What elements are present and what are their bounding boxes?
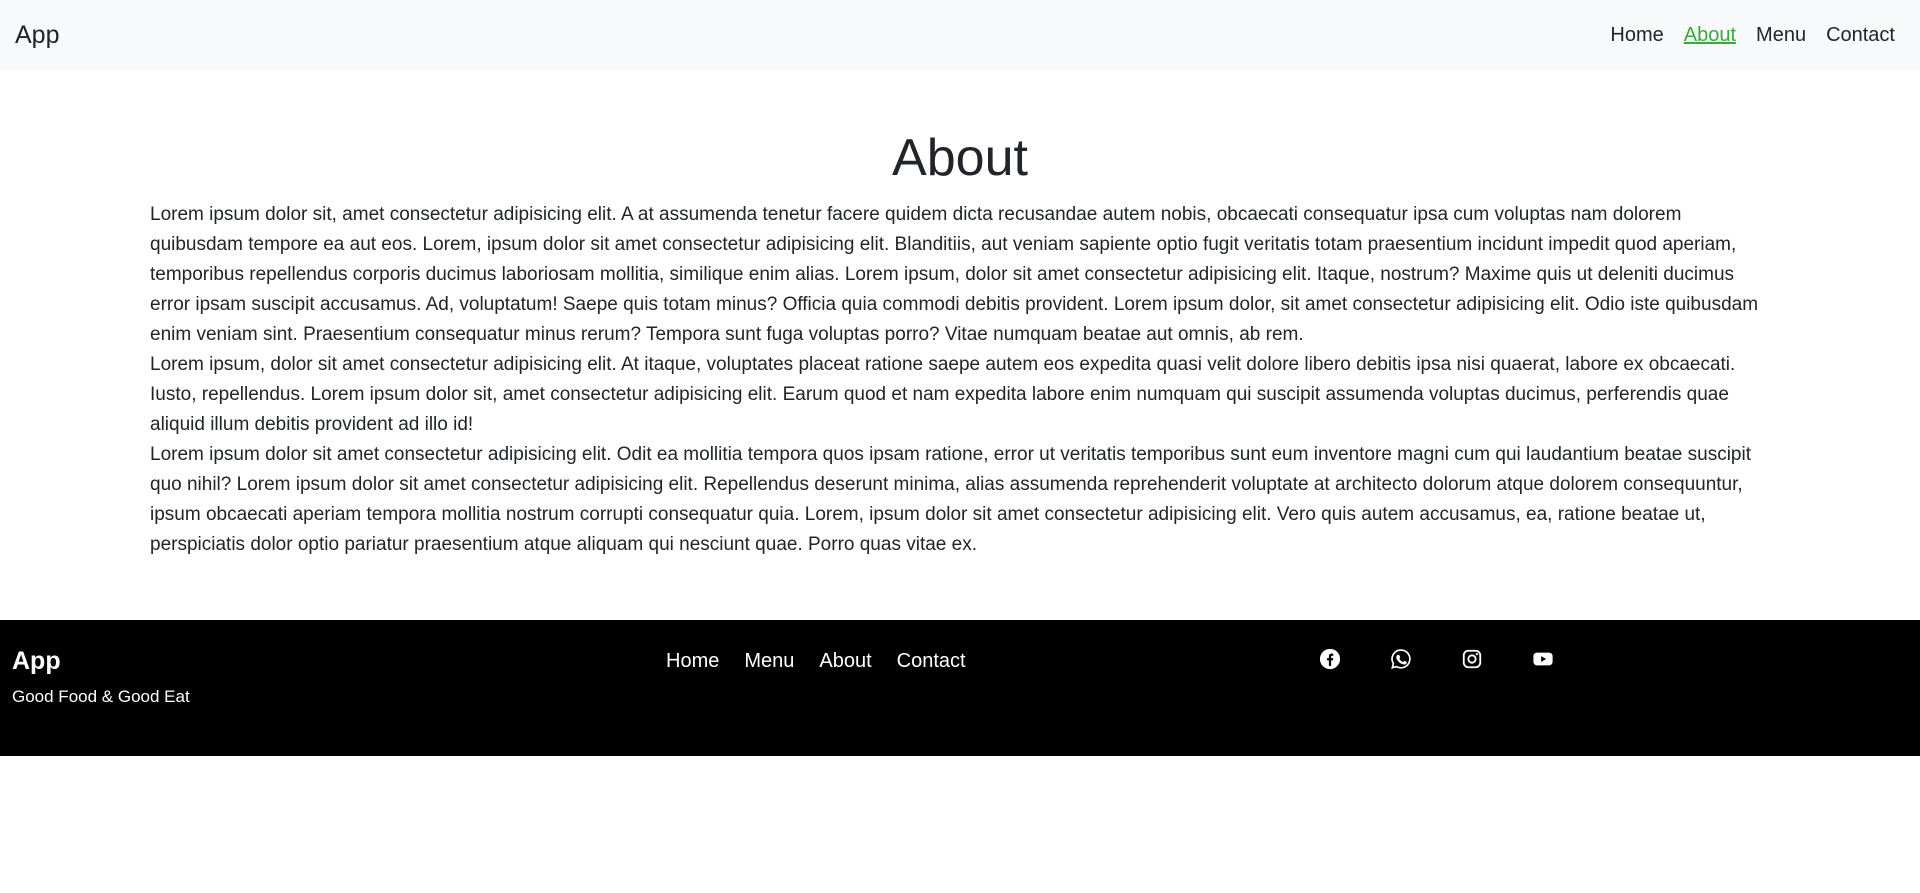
about-paragraph-3: Lorem ipsum dolor sit amet consectetur a…	[150, 444, 1751, 555]
about-content: Lorem ipsum dolor sit, amet consectetur …	[150, 200, 1775, 560]
nav-link-home[interactable]: Home	[1610, 22, 1663, 48]
footer-link-about[interactable]: About	[819, 648, 871, 674]
facebook-icon[interactable]	[1319, 648, 1341, 670]
nav-link-contact[interactable]: Contact	[1826, 22, 1895, 48]
about-paragraph-2: Lorem ipsum, dolor sit amet consectetur …	[150, 354, 1736, 435]
footer-link-home[interactable]: Home	[666, 648, 719, 674]
nav-link-about[interactable]: About	[1684, 22, 1736, 48]
social-links	[1319, 648, 1554, 670]
instagram-icon[interactable]	[1461, 648, 1483, 670]
navbar: App Home About Menu Contact	[0, 0, 1920, 70]
nav-link-menu[interactable]: Menu	[1756, 22, 1806, 48]
footer-link-contact[interactable]: Contact	[897, 648, 966, 674]
whatsapp-icon[interactable]	[1390, 648, 1412, 670]
brand-logo[interactable]: App	[15, 20, 59, 50]
footer: App Good Food & Good Eat Home Menu About…	[0, 620, 1920, 756]
footer-link-menu[interactable]: Menu	[744, 648, 794, 674]
footer-nav: Home Menu About Contact	[666, 648, 966, 674]
footer-tagline: Good Food & Good Eat	[12, 687, 190, 706]
footer-brand: App	[12, 647, 61, 675]
about-paragraph-1: Lorem ipsum dolor sit, amet consectetur …	[150, 204, 1759, 345]
page-title: About	[892, 129, 1028, 187]
youtube-icon[interactable]	[1532, 648, 1554, 670]
main-nav: Home About Menu Contact	[1610, 22, 1895, 48]
